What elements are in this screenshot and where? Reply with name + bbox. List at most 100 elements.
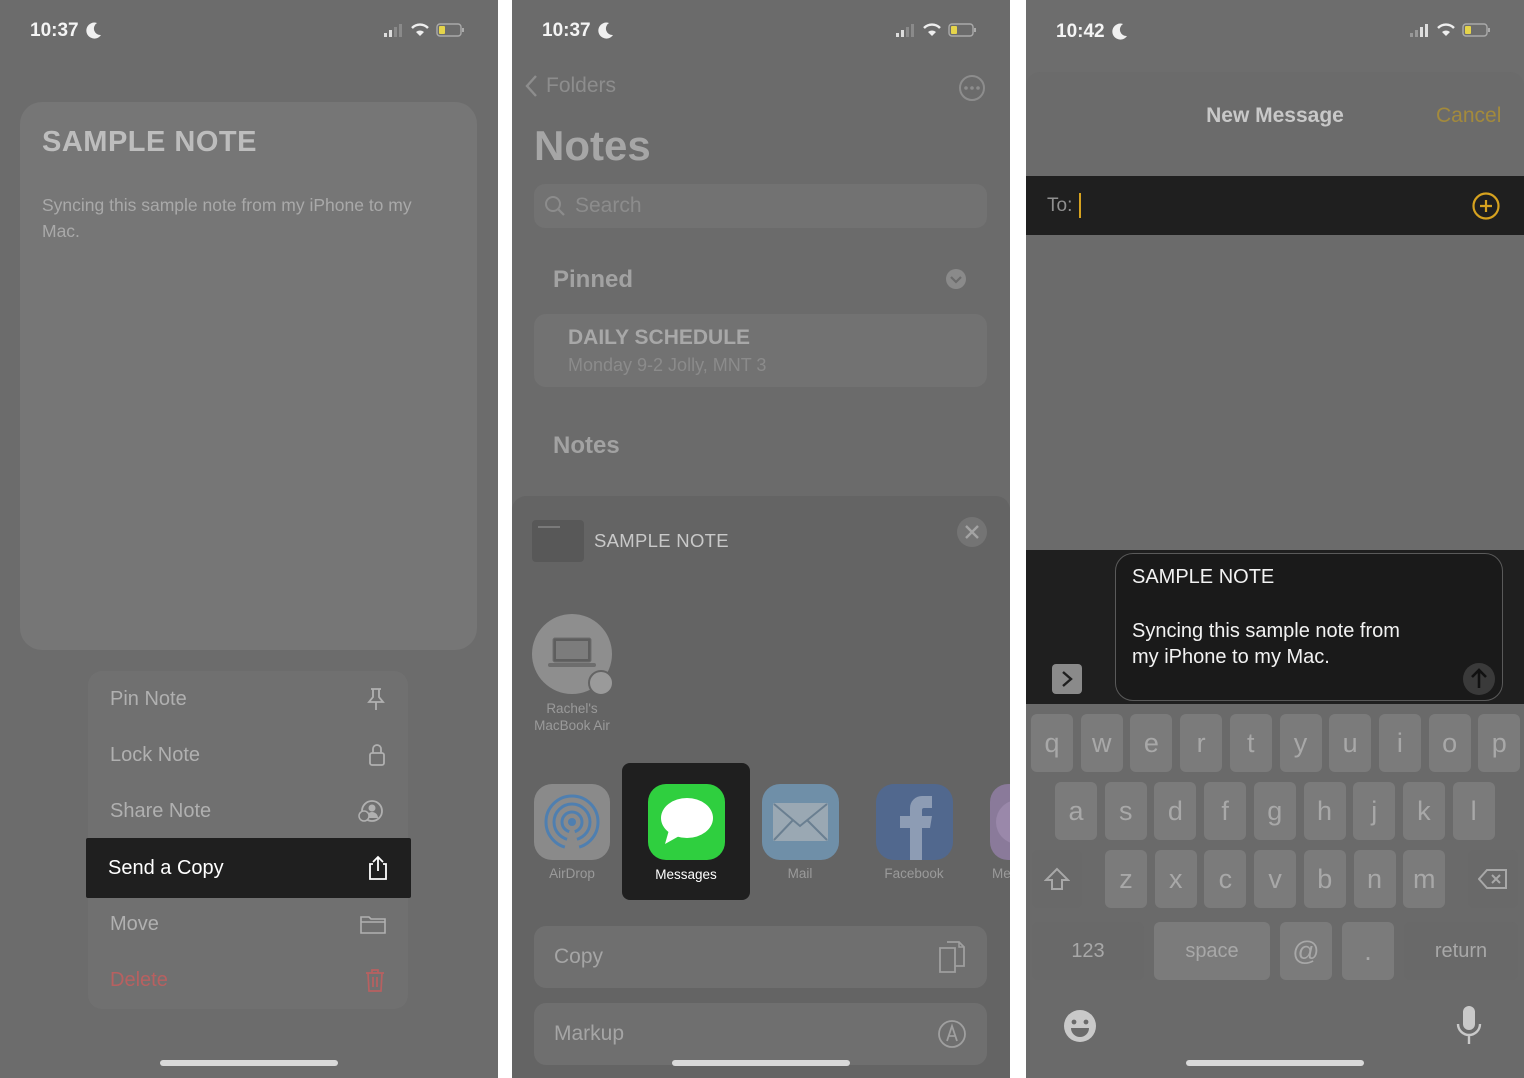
- chevron-down-icon[interactable]: [945, 268, 967, 290]
- back-to-folders-button[interactable]: Folders: [524, 74, 616, 98]
- key-b[interactable]: b: [1303, 850, 1346, 908]
- laptop-icon: [548, 637, 596, 667]
- cancel-button[interactable]: Cancel: [1436, 104, 1501, 128]
- menu-item-label: Share Note: [110, 799, 212, 822]
- menu-item-label: Delete: [110, 968, 168, 991]
- key-n[interactable]: n: [1353, 850, 1396, 908]
- airdrop-device-avatar[interactable]: [532, 614, 614, 696]
- key-u[interactable]: u: [1329, 714, 1372, 772]
- key-w[interactable]: w: [1080, 714, 1123, 772]
- key-l[interactable]: l: [1452, 782, 1495, 840]
- shift-key[interactable]: [1032, 850, 1082, 908]
- key-d[interactable]: d: [1154, 782, 1197, 840]
- chevron-left-icon: [525, 75, 537, 97]
- app-label: AirDrop: [549, 866, 595, 881]
- key-v[interactable]: v: [1254, 850, 1297, 908]
- return-key[interactable]: return: [1404, 922, 1518, 980]
- markup-icon: [938, 1020, 966, 1048]
- key-o[interactable]: o: [1428, 714, 1471, 772]
- moon-icon: [1112, 23, 1127, 40]
- app-facebook[interactable]: [876, 784, 953, 860]
- share-sheet: SAMPLE NOTE Rachel's MacBook Air AirDrop…: [512, 496, 1010, 1078]
- chevron-right-icon: [1062, 671, 1073, 687]
- home-indicator: [672, 1060, 850, 1066]
- expand-apps-button[interactable]: [1052, 664, 1082, 694]
- pinned-note-row[interactable]: DAILY SCHEDULE Monday 9-2 Jolly, MNT 3: [534, 314, 987, 387]
- text-cursor: [1079, 193, 1081, 218]
- key-z[interactable]: z: [1105, 850, 1147, 908]
- note-thumbnail: [532, 520, 584, 562]
- app-airdrop[interactable]: [534, 784, 610, 860]
- context-menu: Pin Note Lock Note Share Note Send a Cop…: [86, 671, 411, 1009]
- key-x[interactable]: x: [1154, 850, 1197, 908]
- menu-item-lock-note[interactable]: Lock Note: [88, 727, 408, 783]
- dot-key[interactable]: .: [1342, 922, 1394, 980]
- microphone-icon[interactable]: [1456, 1004, 1482, 1046]
- key-c[interactable]: c: [1204, 850, 1247, 908]
- search-placeholder: Search: [575, 194, 642, 217]
- menu-item-label: Pin Note: [110, 687, 187, 710]
- at-key[interactable]: @: [1280, 922, 1332, 980]
- share-icon: [369, 855, 387, 880]
- key-g[interactable]: g: [1253, 782, 1296, 840]
- message-input[interactable]: SAMPLE NOTE Syncing this sample note fro…: [1115, 553, 1503, 701]
- wifi-icon: [411, 23, 429, 36]
- key-q[interactable]: q: [1031, 714, 1073, 772]
- action-markup[interactable]: Markup: [534, 1003, 987, 1065]
- emoji-icon[interactable]: [1062, 1008, 1098, 1044]
- menu-item-share-note[interactable]: Share Note: [88, 783, 408, 839]
- action-label: Markup: [554, 1022, 625, 1045]
- menu-item-send-a-copy[interactable]: Send a Copy: [86, 838, 411, 898]
- space-key[interactable]: space: [1154, 922, 1270, 980]
- more-options-icon[interactable]: [958, 74, 986, 102]
- key-i[interactable]: i: [1378, 714, 1421, 772]
- key-e[interactable]: e: [1130, 714, 1173, 772]
- to-field[interactable]: To:: [1026, 176, 1524, 235]
- key-h[interactable]: h: [1303, 782, 1346, 840]
- shift-icon: [1044, 867, 1070, 890]
- menu-item-delete[interactable]: Delete: [88, 952, 408, 1008]
- facebook-icon: [900, 796, 932, 860]
- key-a[interactable]: a: [1055, 782, 1097, 840]
- search-field[interactable]: Search: [534, 184, 987, 228]
- menu-item-pin-note[interactable]: Pin Note: [88, 671, 408, 727]
- trash-icon: [366, 969, 384, 992]
- pinned-note-preview: Monday 9-2 Jolly, MNT 3: [568, 355, 767, 375]
- app-messages-highlight[interactable]: Messages: [622, 763, 750, 900]
- note-title: SAMPLE NOTE: [42, 126, 257, 158]
- menu-item-label: Send a Copy: [108, 856, 224, 879]
- key-j[interactable]: j: [1353, 782, 1396, 840]
- send-arrow-icon[interactable]: [1462, 662, 1496, 696]
- app-mail[interactable]: [762, 784, 839, 860]
- add-contact-icon[interactable]: [1472, 192, 1500, 220]
- delete-key[interactable]: [1468, 850, 1518, 908]
- menu-item-move[interactable]: Move: [88, 896, 408, 952]
- close-icon[interactable]: [956, 516, 988, 548]
- battery-icon: [948, 22, 976, 37]
- key-k[interactable]: k: [1402, 782, 1445, 840]
- note-body: Syncing this sample note from my iPhone …: [42, 195, 412, 241]
- mail-icon: [773, 803, 828, 841]
- compose-area: SAMPLE NOTE Syncing this sample note fro…: [1026, 550, 1524, 704]
- share-person-icon: [358, 800, 383, 822]
- status-time: 10:37: [542, 20, 591, 41]
- share-sheet-title: SAMPLE NOTE: [594, 530, 729, 551]
- menu-item-label: Lock Note: [110, 743, 201, 766]
- key-m[interactable]: m: [1403, 850, 1446, 908]
- share-sheet-panel: 10:37 Folders Notes Search Pinned DAILY …: [512, 0, 1010, 1078]
- backspace-icon: [1478, 869, 1507, 889]
- key-r[interactable]: r: [1180, 714, 1223, 772]
- action-label: Copy: [554, 945, 604, 968]
- key-y[interactable]: y: [1279, 714, 1322, 772]
- numbers-key[interactable]: 123: [1032, 922, 1144, 980]
- airdrop-icon: [544, 794, 600, 850]
- key-f[interactable]: f: [1204, 782, 1247, 840]
- key-t[interactable]: t: [1229, 714, 1272, 772]
- action-copy[interactable]: Copy: [534, 926, 987, 988]
- key-p[interactable]: p: [1478, 714, 1521, 772]
- app-more[interactable]: [990, 784, 1010, 860]
- key-s[interactable]: s: [1104, 782, 1147, 840]
- status-icons: [384, 22, 466, 37]
- status-time: 10:42: [1056, 21, 1105, 42]
- app-icon: [996, 800, 1010, 844]
